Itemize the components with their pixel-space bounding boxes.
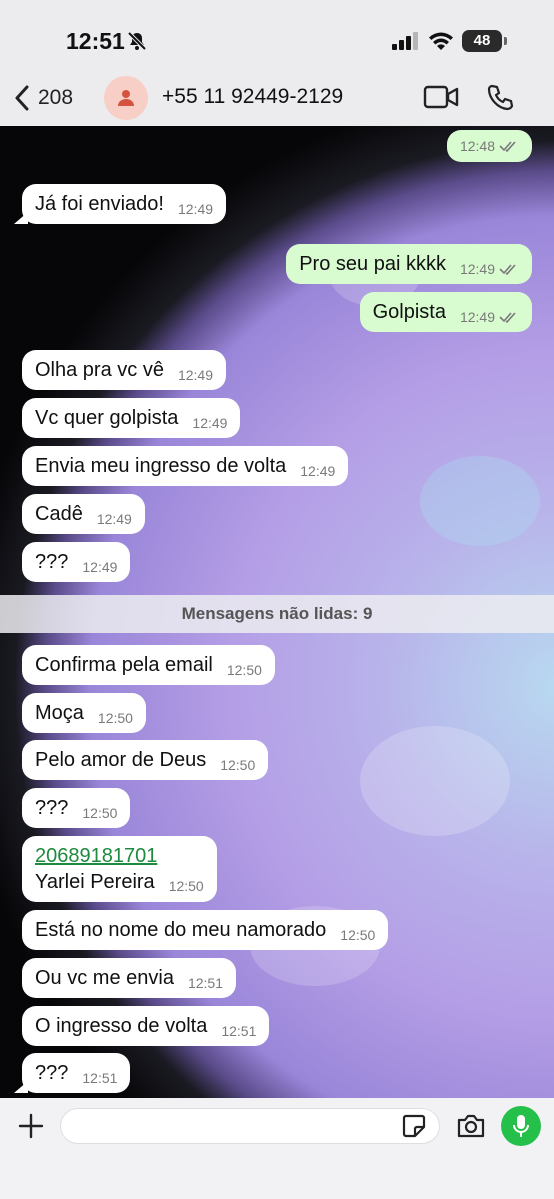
message-bubble-incoming[interactable]: Está no nome do meu namorado 12:50 — [22, 910, 389, 950]
message-time: 12:50 — [220, 757, 256, 773]
bell-muted-icon — [127, 31, 147, 56]
chat-header: 208 +55 11 92449-2129 — [0, 70, 554, 126]
unread-messages-divider: Mensagens não lidas: 9 — [0, 595, 554, 633]
message-bubble-incoming[interactable]: Cadê 12:49 — [22, 494, 145, 534]
message-bubble-incoming[interactable]: ??? 12:50 — [22, 788, 131, 828]
message-bubble-incoming[interactable]: Vc quer golpista 12:49 — [22, 398, 241, 438]
message-bubble-incoming[interactable]: Pelo amor de Deus 12:50 — [22, 740, 269, 780]
battery-tip — [504, 37, 507, 45]
message-text: Golpista — [372, 300, 446, 323]
message-bubble-incoming[interactable]: ??? 12:49 — [22, 542, 131, 582]
message-time: 12:51 — [187, 975, 223, 991]
microphone-icon — [513, 1115, 529, 1137]
message-bubble-incoming[interactable]: Envia meu ingresso de volta 12:49 — [22, 446, 349, 486]
chevron-left-icon — [15, 85, 29, 111]
battery-indicator: 48 — [462, 30, 502, 52]
message-text: Envia meu ingresso de volta — [35, 454, 287, 477]
message-time: 12:49 — [82, 559, 118, 575]
contact-name[interactable]: +55 11 92449-2129 — [162, 85, 343, 109]
message-text: Cadê — [35, 502, 83, 525]
message-time: 12:51 — [82, 1070, 118, 1086]
message-time: 12:51 — [221, 1023, 257, 1039]
back-button[interactable]: 208 — [14, 82, 73, 114]
message-time: 12:49 — [177, 367, 213, 383]
message-text: Yarlei Pereira — [35, 870, 155, 893]
moon-crater — [360, 726, 510, 836]
message-time: 12:48 — [459, 138, 495, 154]
message-time: 12:49 — [96, 511, 132, 527]
message-bubble-incoming[interactable]: ??? 12:51 — [22, 1053, 131, 1093]
message-time: 12:49 — [459, 309, 495, 325]
camera-icon[interactable] — [456, 1113, 486, 1144]
message-composer — [0, 1098, 554, 1199]
moon-crater — [420, 456, 540, 546]
message-text: O ingresso de volta — [35, 1014, 208, 1037]
message-input[interactable] — [60, 1108, 440, 1144]
message-bubble-outgoing[interactable]: Pro seu pai kkkk 12:49 — [286, 244, 532, 284]
message-time: 12:50 — [82, 805, 118, 821]
message-bubble-incoming[interactable]: Ou vc me envia 12:51 — [22, 958, 236, 998]
message-time: 12:50 — [226, 662, 262, 678]
message-text: Ou vc me envia — [35, 966, 174, 989]
message-bubble-incoming[interactable]: 20689181701 Yarlei Pereira 12:50 — [22, 836, 217, 902]
message-time: 12:49 — [300, 463, 336, 479]
sticker-icon[interactable] — [402, 1114, 426, 1143]
signal-icon — [392, 32, 420, 55]
message-bubble-outgoing[interactable]: Golpista 12:49 — [359, 292, 532, 332]
message-text: ??? — [35, 1061, 69, 1084]
message-time: 12:50 — [168, 877, 204, 894]
message-text: Está no nome do meu namorado — [35, 918, 327, 941]
message-bubble-incoming[interactable]: Já foi enviado! 12:49 — [22, 184, 227, 224]
wifi-icon — [428, 30, 454, 55]
message-text: Moça — [35, 701, 84, 724]
message-text: Já foi enviado! — [35, 192, 164, 215]
video-call-icon[interactable] — [423, 84, 459, 115]
phone-call-icon[interactable] — [486, 83, 514, 116]
message-bubble-incoming[interactable]: O ingresso de volta 12:51 — [22, 1006, 270, 1046]
chat-area[interactable]: 12:48 Já foi enviado! 12:49 Pro seu pai … — [0, 126, 554, 1098]
avatar[interactable] — [104, 76, 148, 120]
message-time: 12:50 — [97, 710, 133, 726]
message-text: Confirma pela email — [35, 653, 213, 676]
voice-record-button[interactable] — [501, 1106, 541, 1146]
status-time: 12:51 — [66, 28, 125, 54]
message-text: Pelo amor de Deus — [35, 748, 207, 771]
message-text: ??? — [35, 550, 69, 573]
status-bar: 12:51 48 — [0, 0, 554, 80]
message-time: 12:49 — [177, 201, 214, 217]
message-time: 12:49 — [459, 261, 495, 277]
message-text: Olha pra vc vê — [35, 358, 164, 381]
message-text: ??? — [35, 796, 69, 819]
message-text: Vc quer golpista — [35, 406, 179, 429]
person-icon — [118, 90, 134, 106]
message-bubble-outgoing[interactable]: 12:48 — [446, 130, 532, 162]
plus-icon[interactable] — [17, 1112, 45, 1145]
message-text: Pro seu pai kkkk — [299, 252, 446, 275]
message-bubble-incoming[interactable]: Olha pra vc vê 12:49 — [22, 350, 226, 390]
phone-number-link[interactable]: 20689181701 — [35, 845, 157, 868]
double-check-icon — [499, 141, 516, 152]
message-bubble-incoming[interactable]: Moça 12:50 — [22, 693, 146, 733]
message-bubble-incoming[interactable]: Confirma pela email 12:50 — [22, 645, 275, 685]
double-check-icon — [499, 264, 516, 275]
unread-count: 208 — [38, 86, 74, 109]
double-check-icon — [499, 312, 516, 323]
message-time: 12:50 — [340, 927, 376, 943]
message-time: 12:49 — [192, 415, 228, 431]
